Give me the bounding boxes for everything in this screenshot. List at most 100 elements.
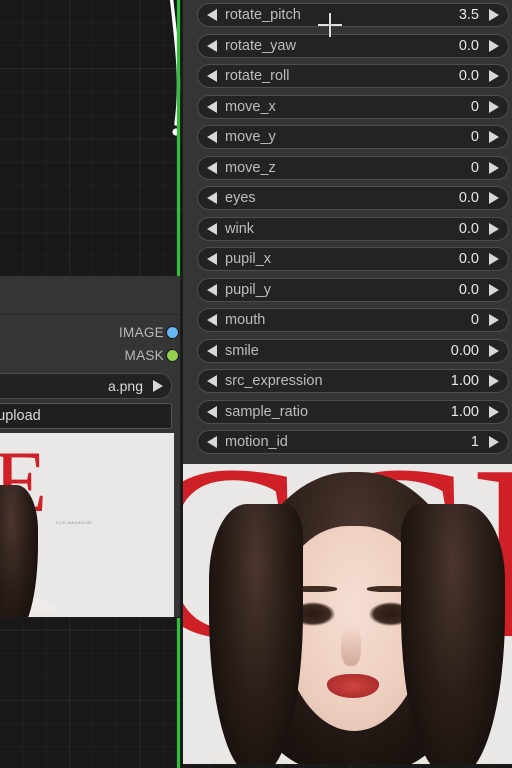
motion-link-preview[interactable]: CCE — [183, 463, 512, 764]
chevron-left-icon[interactable] — [207, 192, 217, 204]
widget-rotate-roll-value[interactable]: 0.0 — [459, 68, 479, 84]
widget-move-z-label: move_z — [225, 159, 276, 176]
widget-rotate-roll-label: rotate_roll — [225, 68, 290, 84]
widget-motion-id-value[interactable]: 1 — [471, 434, 479, 450]
chevron-left-icon[interactable] — [207, 405, 217, 418]
widget-move-x[interactable]: move_x 0 — [197, 94, 509, 119]
widget-src-expression-label: src_expression — [225, 373, 323, 389]
cover-hair-side-l-right — [209, 503, 303, 764]
widget-rotate-pitch-value[interactable]: 3.5 — [459, 7, 479, 23]
chevron-right-icon[interactable] — [489, 100, 499, 113]
output-slot-image[interactable]: IMAGE — [0, 321, 180, 344]
widget-move-y-label: move_y — [225, 129, 276, 145]
widget-pupil-y-value[interactable]: 0.0 — [459, 282, 479, 298]
output-slot-mask[interactable]: MASK — [0, 344, 180, 367]
chevron-right-icon[interactable] — [489, 39, 499, 52]
widget-rotate-pitch[interactable]: rotate_pitch 3.5 — [197, 3, 509, 27]
chevron-right-icon[interactable] — [489, 344, 499, 357]
output-slot-mask-label: MASK — [124, 348, 164, 363]
output-slot-image-label: IMAGE — [118, 325, 164, 340]
cover-photo-right: CCE — [183, 463, 512, 764]
widget-smile[interactable]: smile 0.00 — [197, 338, 509, 363]
chevron-left-icon[interactable] — [207, 100, 217, 113]
image-file-combo-widget[interactable]: a.png — [0, 373, 172, 399]
chevron-right-icon[interactable] — [489, 405, 499, 418]
widget-move-z[interactable]: move_z 0 — [197, 155, 509, 180]
chevron-left-icon[interactable] — [207, 39, 217, 52]
chevron-left-icon[interactable] — [207, 222, 217, 235]
widget-motion-id[interactable]: motion_id 1 — [197, 430, 509, 454]
widget-sample-ratio[interactable]: sample_ratio 1.00 — [197, 399, 509, 424]
widget-pupil-x-value[interactable]: 0.0 — [459, 251, 479, 267]
widget-eyes[interactable]: eyes 0.0 — [197, 186, 509, 210]
chevron-right-icon[interactable] — [489, 131, 499, 143]
chevron-left-icon[interactable] — [207, 283, 217, 296]
widget-rotate-roll[interactable]: rotate_roll 0.0 — [197, 64, 509, 88]
chevron-right-icon[interactable] — [489, 375, 499, 387]
motion-link-node[interactable]: motion_link rotate_pitch 3.5 rotate_yaw … — [183, 0, 512, 764]
widget-move-y[interactable]: move_y 0 — [197, 125, 509, 149]
widget-mouth-value[interactable]: 0 — [471, 312, 479, 328]
widget-rotate-yaw-label: rotate_yaw — [225, 37, 296, 54]
chevron-left-icon[interactable] — [207, 9, 217, 21]
widget-move-z-value[interactable]: 0 — [471, 160, 479, 176]
widget-sample-ratio-value[interactable]: 1.00 — [451, 404, 479, 420]
chevron-left-icon[interactable] — [207, 253, 217, 265]
widget-pupil-y[interactable]: pupil_y 0.0 — [197, 277, 509, 302]
load-image-node-title: Image — [0, 276, 180, 315]
output-slot-mask-dot[interactable] — [167, 350, 178, 361]
widget-eyes-value[interactable]: 0.0 — [459, 190, 479, 206]
chevron-left-icon[interactable] — [207, 314, 217, 326]
chevron-left-icon[interactable] — [207, 70, 217, 82]
chevron-right-icon[interactable] — [153, 380, 163, 392]
chevron-right-icon[interactable] — [489, 161, 499, 174]
chevron-right-icon[interactable] — [489, 192, 499, 204]
chevron-right-icon[interactable] — [489, 253, 499, 265]
load-image-node[interactable]: Image IMAGE MASK a.png oose file to uplo… — [0, 276, 180, 617]
chevron-left-icon[interactable] — [207, 131, 217, 143]
widget-sample-ratio-label: sample_ratio — [225, 403, 309, 420]
widget-mouth-label: mouth — [225, 312, 266, 328]
chevron-left-icon[interactable] — [207, 344, 217, 357]
image-file-combo-value: a.png — [107, 378, 143, 394]
widget-src-expression-value[interactable]: 1.00 — [451, 373, 479, 389]
motion-link-widget-list: rotate_pitch 3.5 rotate_yaw 0.0 rotate_r… — [183, 0, 512, 463]
widget-move-x-label: move_x — [225, 98, 276, 115]
chevron-left-icon[interactable] — [207, 436, 217, 448]
load-image-preview[interactable]: CCE CCE MAGAZINE — [0, 433, 174, 617]
chevron-left-icon[interactable] — [207, 161, 217, 174]
chevron-right-icon[interactable] — [489, 436, 499, 448]
widget-motion-id-label: motion_id — [225, 434, 288, 450]
chevron-left-icon[interactable] — [207, 375, 217, 387]
cover-hair-side-r-right — [401, 503, 505, 764]
widget-pupil-y-label: pupil_y — [225, 281, 271, 298]
cover-nose-right — [341, 625, 361, 666]
cover-photo-left: CCE CCE MAGAZINE — [0, 433, 174, 617]
chevron-right-icon[interactable] — [489, 9, 499, 21]
widget-smile-value[interactable]: 0.00 — [451, 343, 479, 359]
widget-pupil-x-label: pupil_x — [225, 251, 271, 267]
chevron-right-icon[interactable] — [489, 283, 499, 296]
chevron-right-icon[interactable] — [489, 222, 499, 235]
output-slot-image-dot[interactable] — [167, 327, 178, 338]
widget-smile-label: smile — [225, 342, 259, 359]
comfyui-canvas[interactable]: Image IMAGE MASK a.png oose file to uplo… — [0, 0, 512, 768]
chevron-right-icon[interactable] — [489, 314, 499, 326]
widget-mouth[interactable]: mouth 0 — [197, 308, 509, 332]
widget-rotate-yaw-value[interactable]: 0.0 — [459, 38, 479, 54]
widget-wink-label: wink — [225, 220, 255, 237]
widget-rotate-pitch-label: rotate_pitch — [225, 7, 301, 23]
widget-move-y-value[interactable]: 0 — [471, 129, 479, 145]
widget-wink[interactable]: wink 0.0 — [197, 216, 509, 241]
cover-subtext-left: CCE MAGAZINE — [56, 520, 93, 525]
cover-hair-side-r-left — [0, 485, 38, 617]
choose-file-to-upload-button[interactable]: oose file to upload — [0, 403, 172, 429]
widget-pupil-x[interactable]: pupil_x 0.0 — [197, 247, 509, 271]
chevron-right-icon[interactable] — [489, 70, 499, 82]
widget-wink-value[interactable]: 0.0 — [459, 221, 479, 237]
widget-move-x-value[interactable]: 0 — [471, 99, 479, 115]
widget-rotate-yaw[interactable]: rotate_yaw 0.0 — [197, 33, 509, 58]
widget-eyes-label: eyes — [225, 190, 256, 206]
widget-src-expression[interactable]: src_expression 1.00 — [197, 369, 509, 393]
cover-lips-right — [327, 673, 379, 698]
